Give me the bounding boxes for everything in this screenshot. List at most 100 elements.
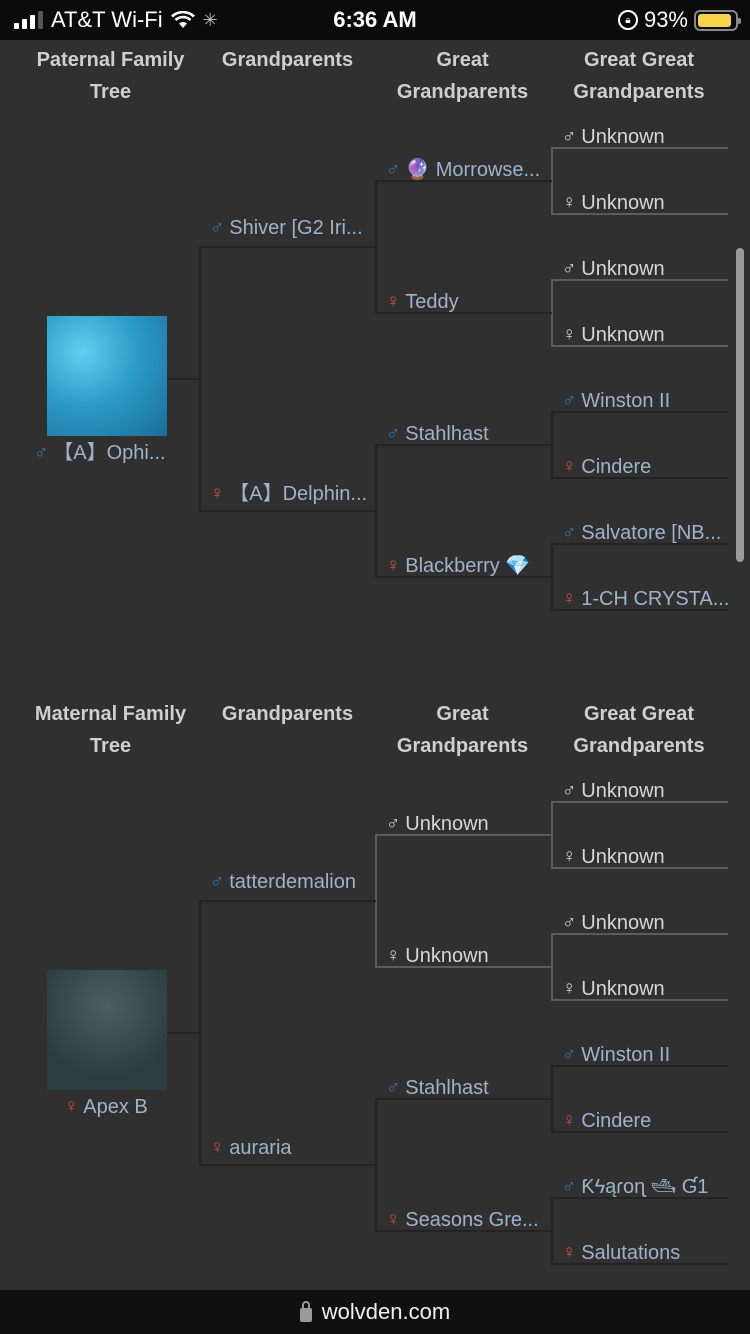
member-name[interactable]: 🔮 Morrowse... xyxy=(405,157,540,183)
battery-icon xyxy=(694,9,741,31)
female-symbol-icon: ♀ xyxy=(386,1209,401,1230)
column-header: Grandparents xyxy=(221,703,354,725)
female-symbol-icon: ♀ xyxy=(562,978,577,999)
male-symbol-icon: ♂ xyxy=(562,1176,577,1197)
lock-icon xyxy=(299,1301,312,1322)
female-symbol-icon: ♀ xyxy=(210,483,225,504)
female-symbol-icon: ♀ xyxy=(562,192,577,213)
wolf-avatar[interactable] xyxy=(47,970,167,1090)
member-name[interactable]: Stahlhast xyxy=(405,421,488,447)
great-great-grandparent[interactable]: ♀ Salutations xyxy=(562,1240,680,1266)
subject-wolf[interactable]: ♂ 【A】Ophi... xyxy=(34,440,166,466)
female-symbol-icon: ♀ xyxy=(562,324,577,345)
scrollbar[interactable] xyxy=(736,248,744,562)
female-symbol-icon: ♀ xyxy=(210,1137,225,1158)
female-symbol-icon: ♀ xyxy=(64,1096,79,1117)
member-name[interactable]: Salutations xyxy=(581,1240,680,1266)
grandparent[interactable]: ♂ tatterdemalion xyxy=(210,869,356,895)
member-name: Unknown xyxy=(581,324,665,346)
status-bar: AT&T Wi-Fi ✳ 6:36 AM 🔒︎ 93% xyxy=(0,0,750,40)
great-grandparent[interactable]: ♂ Stahlhast xyxy=(386,421,489,447)
member-name[interactable]: Seasons Gre... xyxy=(405,1207,538,1233)
great-great-grandparent[interactable]: ♀ Cindere xyxy=(562,454,651,480)
battery-percent: 93% xyxy=(643,7,688,32)
member-name[interactable]: auraria xyxy=(229,1135,291,1161)
member-name: Unknown xyxy=(581,126,665,148)
tree-connector xyxy=(167,378,199,380)
column-header: Great Grandparents xyxy=(396,703,529,757)
male-symbol-icon: ♂ xyxy=(562,258,577,279)
great-grandparent[interactable]: ♂ Stahlhast xyxy=(386,1075,489,1101)
great-grandparent: ♂ Unknown xyxy=(386,811,489,837)
member-name[interactable]: Winston II xyxy=(581,1042,670,1068)
grandparent[interactable]: ♀ 【A】Delphin... xyxy=(210,481,367,507)
tree-bracket xyxy=(199,900,376,1166)
male-symbol-icon: ♂ xyxy=(562,390,577,411)
great-great-grandparent[interactable]: ♂ Winston II xyxy=(562,388,670,414)
member-name: Unknown xyxy=(581,912,665,934)
male-symbol-icon: ♂ xyxy=(386,1077,401,1098)
column-header: Great Great Grandparents xyxy=(573,49,705,103)
column-header: Grandparents xyxy=(221,49,354,71)
column-header: Paternal Family Tree xyxy=(36,49,185,103)
male-symbol-icon: ♂ xyxy=(386,813,401,834)
member-name[interactable]: Stahlhast xyxy=(405,1075,488,1101)
wolf-avatar[interactable] xyxy=(47,316,167,436)
male-symbol-icon: ♂ xyxy=(562,522,577,543)
female-symbol-icon: ♀ xyxy=(386,945,401,966)
male-symbol-icon: ♂ xyxy=(34,442,49,463)
great-grandparent[interactable]: ♀ Teddy xyxy=(386,289,459,315)
url-bar[interactable]: wolvden.com xyxy=(0,1290,750,1334)
member-name[interactable]: Cindere xyxy=(581,454,651,480)
male-symbol-icon: ♂ xyxy=(562,1044,577,1065)
member-name: Unknown xyxy=(405,813,489,835)
great-great-grandparent: ♂ Unknown xyxy=(562,256,665,282)
member-name[interactable]: Winston II xyxy=(581,388,670,414)
subject-wolf[interactable]: ♀ Apex B xyxy=(64,1094,148,1120)
female-symbol-icon: ♀ xyxy=(562,456,577,477)
member-name: Unknown xyxy=(581,192,665,214)
member-name[interactable]: 1-CH CRYSTA... xyxy=(581,586,729,612)
great-great-grandparent: ♀ Unknown xyxy=(562,322,665,348)
female-symbol-icon: ♀ xyxy=(562,588,577,609)
female-symbol-icon: ♀ xyxy=(386,555,401,576)
tree-connector xyxy=(167,1032,199,1034)
great-great-grandparent: ♀ Unknown xyxy=(562,844,665,870)
member-name[interactable]: Apex B xyxy=(83,1094,147,1120)
tree-bracket xyxy=(199,246,376,512)
female-symbol-icon: ♀ xyxy=(562,1242,577,1263)
great-great-grandparent[interactable]: ♂ Salvatore [NB... xyxy=(562,520,721,546)
male-symbol-icon: ♂ xyxy=(562,912,577,933)
member-name[interactable]: tatterdemalion xyxy=(229,869,356,895)
male-symbol-icon: ♂ xyxy=(386,159,401,180)
grandparent[interactable]: ♂ Shiver [G2 Iri... xyxy=(210,215,363,241)
member-name[interactable]: Salvatore [NB... xyxy=(581,520,721,546)
member-name: Unknown xyxy=(581,780,665,802)
column-header: Maternal Family Tree xyxy=(34,703,187,757)
member-name[interactable]: 【A】Delphin... xyxy=(229,481,367,507)
member-name: Unknown xyxy=(581,258,665,280)
member-name[interactable]: Teddy xyxy=(405,289,458,315)
female-symbol-icon: ♀ xyxy=(386,291,401,312)
great-great-grandparent[interactable]: ♂ Ƙϟąɾoɳ 🛥 Ɠ1 xyxy=(562,1174,708,1200)
member-name[interactable]: Shiver [G2 Iri... xyxy=(229,215,362,241)
great-grandparent[interactable]: ♀ Blackberry 💎 xyxy=(386,553,530,579)
great-great-grandparent: ♂ Unknown xyxy=(562,124,665,150)
member-name: Unknown xyxy=(581,846,665,868)
member-name[interactable]: Cindere xyxy=(581,1108,651,1134)
member-name[interactable]: 【A】Ophi... xyxy=(53,440,165,466)
great-grandparent[interactable]: ♀ Seasons Gre... xyxy=(386,1207,539,1233)
male-symbol-icon: ♂ xyxy=(562,126,577,147)
member-name[interactable]: Ƙϟąɾoɳ 🛥 Ɠ1 xyxy=(581,1174,708,1200)
great-great-grandparent: ♀ Unknown xyxy=(562,190,665,216)
male-symbol-icon: ♂ xyxy=(386,423,401,444)
great-great-grandparent[interactable]: ♂ Winston II xyxy=(562,1042,670,1068)
great-great-grandparent[interactable]: ♀ Cindere xyxy=(562,1108,651,1134)
grandparent[interactable]: ♀ auraria xyxy=(210,1135,292,1161)
female-symbol-icon: ♀ xyxy=(562,1110,577,1131)
great-grandparent[interactable]: ♂ 🔮 Morrowse... xyxy=(386,157,540,183)
member-name[interactable]: Blackberry 💎 xyxy=(405,553,530,579)
great-great-grandparent[interactable]: ♀ 1-CH CRYSTA... xyxy=(562,586,729,612)
great-great-grandparent: ♂ Unknown xyxy=(562,910,665,936)
column-header: Great Great Grandparents xyxy=(573,703,705,757)
